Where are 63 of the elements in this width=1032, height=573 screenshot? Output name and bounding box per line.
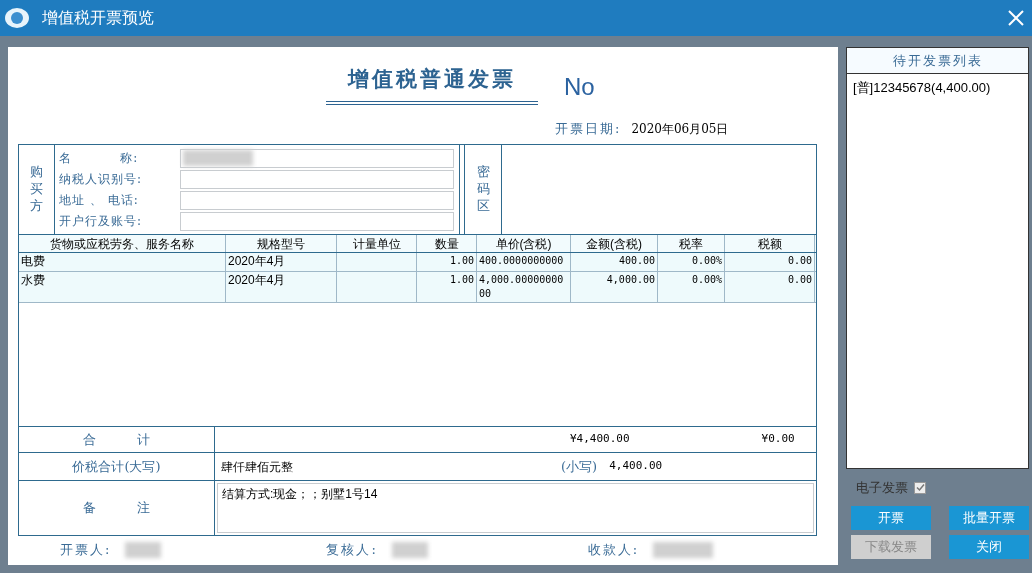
amount-in-figures-label: (小写)	[561, 457, 598, 476]
redacted-mark	[183, 150, 253, 166]
date-label: 开票日期:	[555, 120, 622, 139]
buyer-input-field[interactable]	[180, 169, 454, 189]
table-cell: 水费	[21, 273, 45, 287]
column-header: 计量单位	[337, 235, 417, 252]
redacted-mark	[391, 542, 428, 558]
buyer-field-label: 名 称:	[59, 150, 140, 167]
check-icon	[915, 483, 925, 493]
list-title: 待开发票列表	[892, 51, 983, 70]
table-cell: 4,000.0000000000	[479, 274, 564, 299]
table-cell: 2020年4月	[228, 254, 286, 268]
invoice-title: 增值税普通发票	[346, 65, 517, 93]
column-header: 规格型号	[226, 235, 337, 252]
table-cell: 电费	[21, 254, 45, 268]
signature-label: 复核人:	[326, 541, 378, 560]
redacted-mark	[125, 542, 162, 558]
list-item[interactable]: [普]12345678(4,400.00)	[847, 74, 1028, 98]
action-button[interactable]: 关闭	[949, 534, 1029, 559]
buyer-heading: 购买方	[30, 164, 43, 215]
column-header: 货物或应税劳务、服务名称	[19, 235, 226, 252]
total-tax: ¥0.00	[761, 431, 795, 448]
buyer-field-label: 开户行及账号:	[59, 213, 144, 230]
redacted-mark	[653, 542, 714, 558]
action-button[interactable]: 批量开票	[949, 505, 1029, 530]
buyer-input-field[interactable]	[180, 211, 454, 231]
column-header: 金额(含税)	[571, 235, 658, 252]
table-cell: 2020年4月	[228, 273, 286, 287]
column-header: 税率	[658, 235, 725, 252]
table-cell: 0.00%	[691, 255, 722, 266]
remarks-field[interactable]: 结算方式:现金；；别墅1号14	[217, 483, 814, 533]
remarks-label: 备 注	[82, 499, 151, 518]
column-header: 税额	[725, 235, 815, 252]
close-icon[interactable]	[1008, 10, 1024, 26]
column-header: 数量	[417, 235, 477, 252]
buyer-field-label: 地址 、 电话:	[59, 192, 140, 209]
app-logo-icon	[4, 7, 30, 29]
invoice-date: 2020年06月05日	[631, 121, 729, 138]
amount-in-figures: 4,400.00	[609, 458, 663, 475]
amount-in-words: 肆仟肆佰元整	[221, 458, 294, 476]
table-cell: 0.00	[787, 274, 812, 285]
signature-label: 收款人:	[587, 541, 640, 560]
table-cell: 1.00	[449, 255, 474, 266]
buyer-input-field[interactable]	[180, 190, 454, 210]
table-cell: 1.00	[449, 274, 474, 285]
table-cell: 4,000.00	[606, 274, 655, 285]
e-invoice-checkbox[interactable]	[914, 481, 926, 494]
signature-label: 开票人:	[60, 541, 112, 560]
invoice-number-label: No	[564, 72, 595, 102]
window-title: 增值税开票预览	[42, 8, 155, 28]
table-cell: 0.00%	[691, 274, 722, 285]
password-area-label: 密码区	[476, 164, 490, 215]
table-cell: 400.00	[618, 255, 655, 266]
total-amount: ¥4,400.00	[570, 431, 630, 448]
buyer-input-field[interactable]	[180, 148, 454, 168]
price-tax-total-label: 价税合计(大写)	[72, 457, 161, 476]
table-cell: 0.00	[787, 255, 812, 266]
e-invoice-label: 电子发票	[856, 479, 908, 497]
column-header: 单价(含税)	[477, 235, 571, 252]
table-cell: 400.0000000000	[479, 255, 564, 266]
buyer-field-label: 纳税人识别号:	[59, 171, 144, 188]
action-button[interactable]: 开票	[851, 505, 931, 530]
total-label: 合 计	[82, 430, 151, 449]
